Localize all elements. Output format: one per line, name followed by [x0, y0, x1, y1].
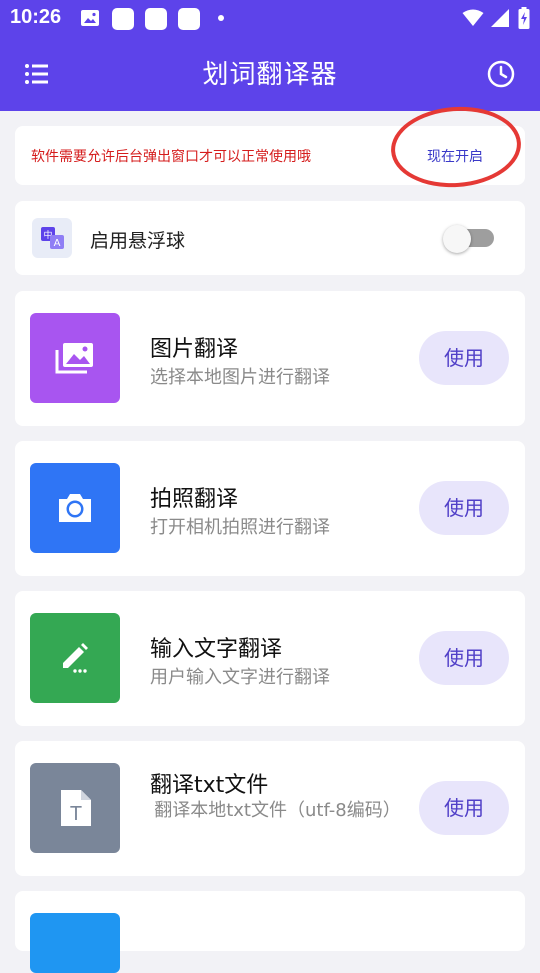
notification-icon	[112, 8, 134, 30]
camera-icon	[30, 463, 120, 553]
signal-icon	[491, 9, 509, 27]
photo-notification-icon	[80, 8, 100, 28]
history-button[interactable]	[485, 58, 517, 90]
image-icon	[30, 313, 120, 403]
feature-title: 翻译txt文件	[150, 773, 269, 798]
edit-icon	[30, 613, 120, 703]
use-button[interactable]: 使用	[419, 481, 509, 535]
use-button[interactable]: 使用	[419, 781, 509, 835]
feature-title: 图片翻译	[150, 337, 239, 362]
text-file-icon: T	[30, 763, 120, 853]
wifi-icon	[462, 9, 484, 26]
use-button[interactable]: 使用	[419, 331, 509, 385]
feature-camera-translate[interactable]: 拍照翻译 打开相机拍照进行翻译 使用	[15, 441, 525, 576]
notification-icon	[145, 8, 167, 30]
translate-app-icon: 中 A	[32, 218, 72, 258]
svg-text:T: T	[70, 803, 82, 825]
more-notifications-dot	[218, 15, 224, 21]
feature-title: 输入文字翻译	[150, 637, 283, 662]
notification-icon	[178, 8, 200, 30]
feature-card-partial[interactable]	[15, 891, 525, 973]
floating-ball-card: 中 A 启用悬浮球	[15, 201, 525, 275]
notice-text: 软件需要允许后台弹出窗口才可以正常使用哦	[31, 149, 311, 165]
feature-image-translate[interactable]: 图片翻译 选择本地图片进行翻译 使用	[15, 291, 525, 426]
feature-title: 拍照翻译	[150, 487, 239, 512]
svg-text:A: A	[54, 238, 61, 249]
status-time: 10:26	[10, 6, 62, 28]
use-button[interactable]: 使用	[419, 631, 509, 685]
feature-description: 选择本地图片进行翻译	[150, 367, 330, 388]
app-title: 划词翻译器	[202, 60, 338, 90]
battery-icon	[518, 7, 530, 29]
floating-ball-label: 启用悬浮球	[90, 230, 186, 252]
feature-txt-translate[interactable]: T 翻译txt文件 翻译本地txt文件（utf-8编码） 使用	[15, 741, 525, 876]
history-icon	[487, 60, 515, 88]
feature-text-translate[interactable]: 输入文字翻译 用户输入文字进行翻译 使用	[15, 591, 525, 726]
status-bar: 10:26	[0, 0, 540, 36]
feature-description: 翻译本地txt文件（utf-8编码）	[154, 800, 401, 821]
app-bar: 划词翻译器	[0, 36, 540, 111]
feature-icon	[30, 913, 120, 973]
feature-description: 打开相机拍照进行翻译	[150, 517, 330, 538]
feature-description: 用户输入文字进行翻译	[150, 667, 330, 688]
toggle-thumb[interactable]	[443, 225, 471, 253]
